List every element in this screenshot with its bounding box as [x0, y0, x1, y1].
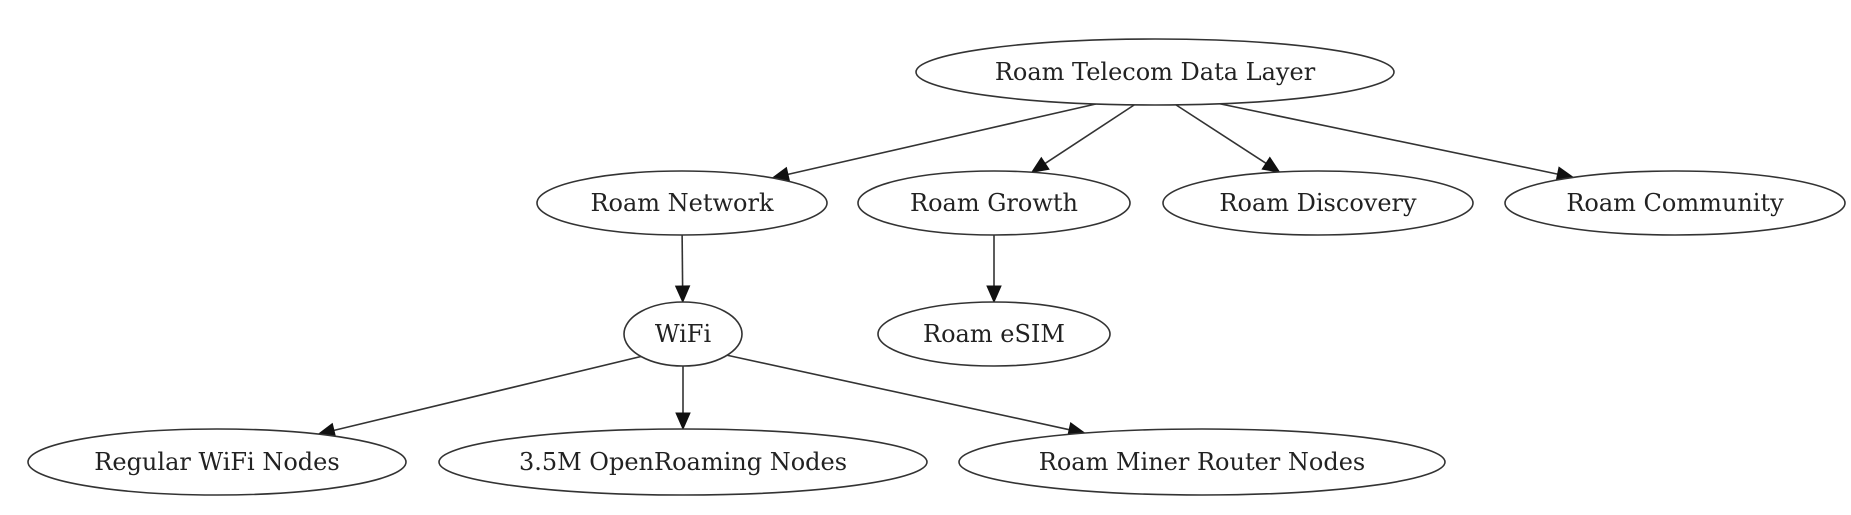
edge-line — [333, 355, 642, 432]
edges-layer — [317, 102, 1575, 438]
node-growth: Roam Growth — [857, 170, 1131, 236]
node-label: Roam Network — [590, 189, 774, 217]
node-label: Roam Community — [1566, 189, 1784, 217]
edge-line — [1044, 104, 1135, 165]
arrowhead-icon — [1030, 156, 1050, 173]
arrowhead-icon — [1261, 156, 1281, 173]
edge-line — [787, 103, 1097, 176]
node-label: Roam Telecom Data Layer — [995, 58, 1316, 86]
edge-network-to-wifi — [674, 234, 691, 304]
node-openroaming: 3.5M OpenRoaming Nodes — [438, 428, 928, 496]
node-label: WiFi — [655, 320, 712, 348]
edge-wifi-to-regular — [317, 355, 642, 438]
arrowhead-icon — [986, 285, 1002, 304]
edge-line — [1175, 104, 1267, 164]
node-miner: Roam Miner Router Nodes — [958, 428, 1446, 496]
node-root: Roam Telecom Data Layer — [915, 38, 1395, 106]
node-label: Regular WiFi Nodes — [94, 448, 339, 476]
node-label: Roam Discovery — [1219, 189, 1417, 217]
node-network: Roam Network — [536, 170, 828, 236]
node-discovery: Roam Discovery — [1162, 170, 1474, 236]
edge-root-to-discovery — [1175, 104, 1281, 173]
edge-line — [726, 354, 1070, 431]
node-label: Roam eSIM — [923, 320, 1065, 348]
nodes-layer: Roam Telecom Data Layer Roam Network Roam … — [27, 38, 1846, 496]
edge-wifi-to-openroaming — [675, 366, 691, 431]
node-label: 3.5M OpenRoaming Nodes — [519, 448, 847, 476]
node-community: Roam Community — [1504, 170, 1846, 236]
arrowhead-icon — [675, 412, 691, 431]
edge-growth-to-esim — [986, 235, 1002, 304]
node-label: Roam Growth — [910, 189, 1078, 217]
arrowhead-icon — [674, 285, 691, 304]
node-label: Roam Miner Router Nodes — [1039, 448, 1365, 476]
diagram-canvas: Roam Telecom Data Layer Roam Network Roam … — [27, 38, 1846, 496]
edge-wifi-to-miner — [726, 354, 1087, 438]
node-regular: Regular WiFi Nodes — [27, 428, 407, 496]
node-wifi: WiFi — [623, 301, 743, 367]
node-esim: Roam eSIM — [877, 301, 1111, 367]
